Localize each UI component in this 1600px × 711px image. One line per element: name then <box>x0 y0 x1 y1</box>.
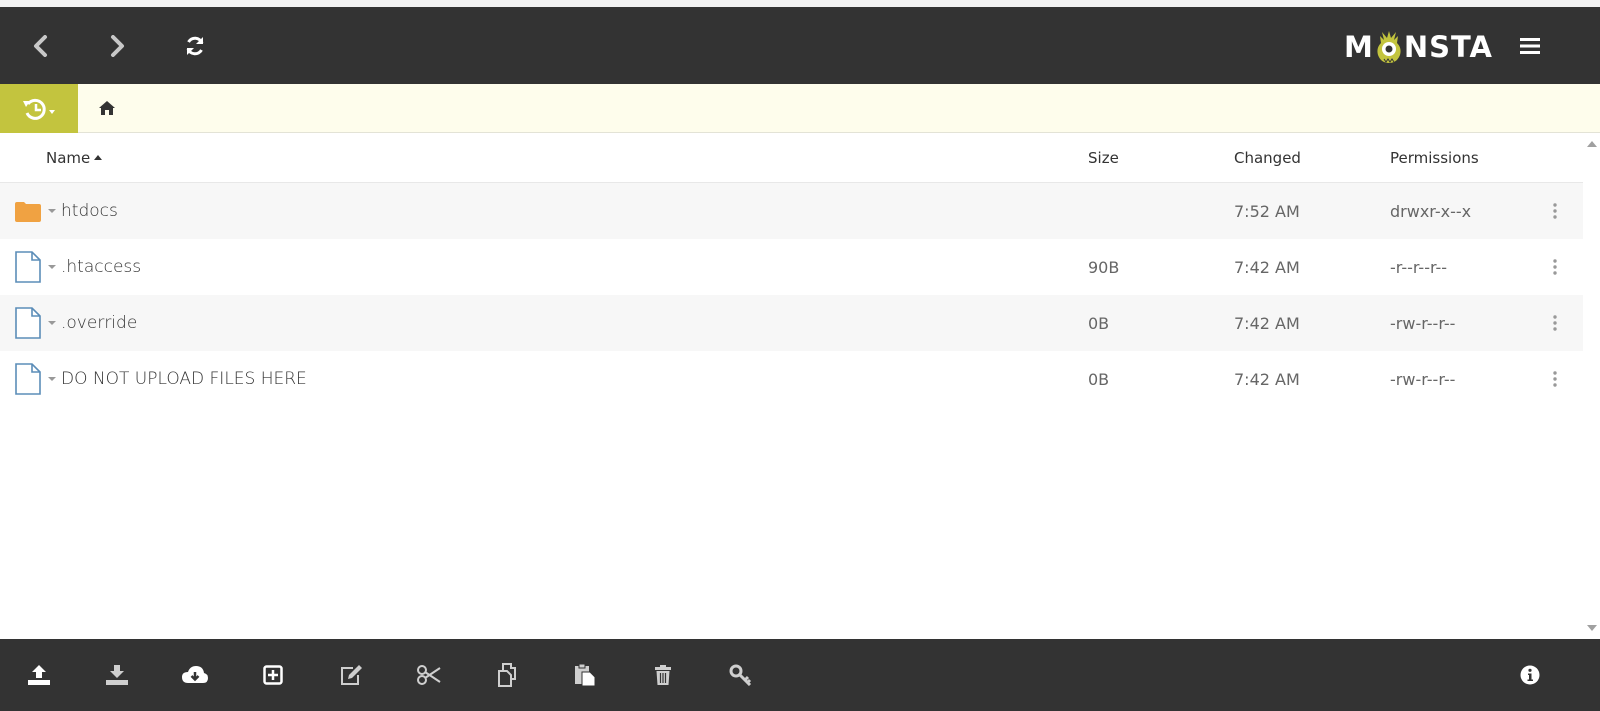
file-permissions: drwxr-x--x <box>1390 202 1472 221</box>
scroll-up-arrow-icon[interactable] <box>1587 141 1597 147</box>
table-row[interactable]: DO NOT UPLOAD FILES HERE 0B 7:42 AM -rw-… <box>0 351 1583 407</box>
upload-icon <box>28 665 50 685</box>
download-icon <box>106 665 128 685</box>
row-caret-icon[interactable] <box>48 265 56 269</box>
table-row[interactable]: .override 0B 7:42 AM -rw-r--r-- <box>0 295 1583 351</box>
file-icon <box>15 363 41 395</box>
delete-icon <box>655 665 671 685</box>
fetch-from-url-button[interactable] <box>156 639 234 711</box>
kebab-menu-icon <box>1553 371 1557 387</box>
row-menu-button[interactable] <box>1548 313 1562 333</box>
monster-logo-icon <box>1377 31 1401 63</box>
chevron-right-icon <box>111 34 124 57</box>
kebab-menu-icon <box>1553 315 1557 331</box>
edit-icon <box>341 665 362 685</box>
column-header-name-label: Name <box>46 149 91 167</box>
back-button[interactable] <box>2 7 80 84</box>
file-permissions: -r--r--r-- <box>1390 258 1448 277</box>
window-top-strip <box>0 0 1600 7</box>
main-menu-button[interactable] <box>1491 7 1569 84</box>
forward-button[interactable] <box>78 7 156 84</box>
info-icon <box>1520 665 1540 685</box>
key-icon <box>729 664 752 686</box>
permissions-button[interactable] <box>702 639 780 711</box>
download-button[interactable] <box>78 639 156 711</box>
bottom-toolbar <box>0 639 1600 711</box>
column-header-name[interactable]: Name <box>46 149 103 167</box>
delete-button[interactable] <box>624 639 702 711</box>
file-icon <box>15 251 41 283</box>
file-permissions: -rw-r--r-- <box>1390 314 1456 333</box>
file-size: 90B <box>1088 258 1120 277</box>
cut-button[interactable] <box>390 639 468 711</box>
history-icon <box>23 98 55 120</box>
copy-icon <box>498 663 516 687</box>
kebab-menu-icon <box>1553 259 1557 275</box>
home-icon[interactable] <box>98 99 116 117</box>
file-changed: 7:42 AM <box>1234 258 1300 277</box>
row-menu-button[interactable] <box>1548 369 1562 389</box>
file-list: Name Size Changed Permissions htdocs 7:5… <box>0 133 1583 639</box>
upload-button[interactable] <box>0 639 78 711</box>
row-caret-icon[interactable] <box>48 321 56 325</box>
cloud-download-icon <box>182 666 208 683</box>
paste-icon <box>575 663 596 687</box>
file-name[interactable]: DO NOT UPLOAD FILES HERE <box>61 369 307 389</box>
file-changed: 7:42 AM <box>1234 314 1300 333</box>
file-permissions: -rw-r--r-- <box>1390 370 1456 389</box>
logo-text-right: NSTA <box>1403 30 1493 64</box>
table-row[interactable]: htdocs 7:52 AM drwxr-x--x <box>0 183 1583 239</box>
column-header-permissions[interactable]: Permissions <box>1390 149 1479 167</box>
kebab-menu-icon <box>1553 203 1557 219</box>
new-item-button[interactable] <box>234 639 312 711</box>
new-item-icon <box>263 665 283 685</box>
file-name[interactable]: htdocs <box>61 201 118 221</box>
chevron-left-icon <box>34 34 47 57</box>
breadcrumb <box>0 84 1600 133</box>
file-changed: 7:52 AM <box>1234 202 1300 221</box>
history-button[interactable] <box>0 84 78 133</box>
file-name[interactable]: .override <box>61 313 137 333</box>
row-menu-button[interactable] <box>1548 201 1562 221</box>
paste-button[interactable] <box>546 639 624 711</box>
column-header-size[interactable]: Size <box>1088 149 1119 167</box>
monsta-logo: M NSTA <box>1344 30 1493 64</box>
table-row[interactable]: .htaccess 90B 7:42 AM -r--r--r-- <box>0 239 1583 295</box>
scroll-down-arrow-icon[interactable] <box>1587 625 1597 631</box>
file-icon <box>15 307 41 339</box>
row-caret-icon[interactable] <box>48 209 56 213</box>
folder-icon <box>15 202 41 222</box>
vertical-scrollbar[interactable] <box>1583 133 1600 639</box>
refresh-icon <box>186 36 204 55</box>
sort-ascending-icon <box>94 155 103 160</box>
file-size: 0B <box>1088 370 1110 389</box>
top-toolbar: M NSTA <box>0 7 1600 84</box>
copy-button[interactable] <box>468 639 546 711</box>
refresh-button[interactable] <box>156 7 234 84</box>
file-name[interactable]: .htaccess <box>61 257 141 277</box>
file-changed: 7:42 AM <box>1234 370 1300 389</box>
row-menu-button[interactable] <box>1548 257 1562 277</box>
row-caret-icon[interactable] <box>48 377 56 381</box>
column-header-changed[interactable]: Changed <box>1234 149 1301 167</box>
table-header: Name Size Changed Permissions <box>0 133 1583 183</box>
file-size: 0B <box>1088 314 1110 333</box>
logo-text-left: M <box>1344 30 1374 64</box>
hamburger-menu-icon <box>1520 37 1540 54</box>
edit-button[interactable] <box>312 639 390 711</box>
cut-icon <box>417 665 441 685</box>
info-button[interactable] <box>1491 639 1569 711</box>
